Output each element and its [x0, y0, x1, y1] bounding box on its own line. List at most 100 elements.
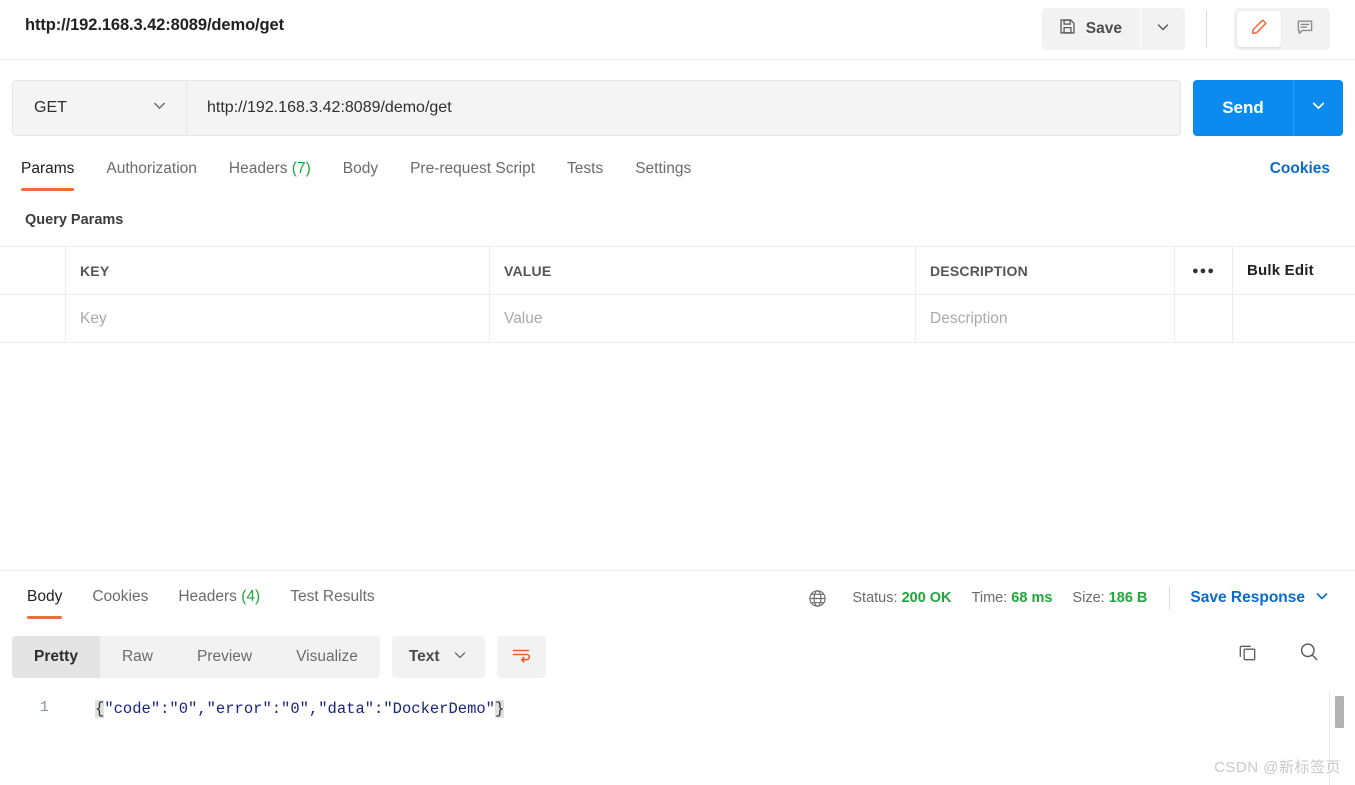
tab-authorization[interactable]: Authorization — [90, 152, 212, 191]
tab-label: Cookies — [92, 588, 148, 605]
response-format-select[interactable]: Text — [392, 636, 485, 678]
floppy-disk-icon — [1058, 17, 1077, 41]
save-button[interactable]: Save — [1042, 8, 1140, 50]
column-header-key: KEY — [66, 247, 490, 294]
param-value-input[interactable]: Value — [490, 295, 916, 342]
response-body-line[interactable]: {"code":"0","error":"0","data":"DockerDe… — [95, 700, 504, 718]
right-icon-group — [1234, 8, 1330, 50]
save-response-button[interactable]: Save Response — [1190, 588, 1330, 609]
close-brace: } — [495, 700, 504, 718]
table-row: Key Value Description — [0, 295, 1355, 343]
response-meta: Status: 200 OK Time: 68 ms Size: 186 B S… — [807, 586, 1330, 610]
edit-request-button[interactable] — [1237, 11, 1281, 47]
wrap-text-button[interactable] — [497, 636, 546, 678]
chevron-down-icon — [1310, 97, 1327, 119]
param-description-input[interactable]: Description — [916, 295, 1175, 342]
wrap-text-icon — [510, 644, 532, 671]
response-tab-test-results[interactable]: Test Results — [275, 580, 389, 619]
chevron-down-icon — [1155, 19, 1171, 40]
cookies-link[interactable]: Cookies — [1270, 160, 1330, 178]
response-tab-headers[interactable]: Headers (4) — [163, 580, 275, 619]
comment-icon — [1295, 17, 1315, 42]
send-button[interactable]: Send — [1193, 80, 1293, 136]
bulk-edit-button[interactable]: Bulk Edit — [1233, 247, 1355, 294]
status-meta: Status: 200 OK — [852, 590, 951, 606]
globe-icon — [807, 588, 828, 609]
size-meta: Size: 186 B — [1072, 590, 1147, 606]
tab-label: Test Results — [290, 588, 374, 605]
view-mode-raw[interactable]: Raw — [100, 636, 175, 678]
tab-label: Tests — [567, 160, 603, 177]
chevron-down-icon — [151, 97, 168, 119]
param-key-input[interactable]: Key — [66, 295, 490, 342]
copy-icon — [1236, 641, 1259, 669]
ellipsis-icon: ●●● — [1192, 265, 1215, 277]
http-method-value: GET — [34, 99, 67, 117]
search-icon — [1297, 640, 1321, 669]
url-input[interactable]: http://192.168.3.42:8089/demo/get — [186, 80, 1181, 136]
tab-label: Pre-request Script — [410, 160, 535, 177]
time-value: 68 ms — [1011, 590, 1052, 606]
view-mode-visualize[interactable]: Visualize — [274, 636, 380, 678]
response-format-value: Text — [409, 648, 440, 666]
chevron-down-icon — [1314, 588, 1330, 609]
response-tab-body[interactable]: Body — [12, 580, 77, 619]
row-trailing-cell — [1233, 295, 1355, 342]
toolbar-divider — [1206, 10, 1207, 48]
copy-button[interactable] — [1236, 641, 1259, 669]
http-method-select[interactable]: GET — [12, 80, 186, 136]
comments-button[interactable] — [1283, 11, 1327, 47]
watermark: CSDN @新标签页 — [1214, 756, 1341, 777]
table-options-button[interactable]: ●●● — [1175, 247, 1233, 294]
request-tab-bar: Params Authorization Headers (7) Body Pr… — [0, 152, 1355, 196]
top-bar: http://192.168.3.42:8089/demo/get Save — [0, 0, 1355, 60]
tab-tests[interactable]: Tests — [551, 152, 619, 191]
row-options-cell — [1175, 295, 1233, 342]
tab-label: Settings — [635, 160, 691, 177]
scrollbar-thumb[interactable] — [1335, 696, 1344, 728]
line-number: 1 — [40, 700, 49, 716]
view-mode-preview[interactable]: Preview — [175, 636, 274, 678]
tab-label: Body — [27, 588, 62, 605]
select-all-cell[interactable] — [0, 247, 66, 294]
status-label: Status: — [852, 590, 897, 606]
size-label: Size: — [1072, 590, 1104, 606]
row-checkbox-cell[interactable] — [0, 295, 66, 342]
tab-label: Authorization — [106, 160, 196, 177]
save-response-label: Save Response — [1190, 589, 1305, 607]
time-label: Time: — [972, 590, 1008, 606]
tab-label: Headers — [178, 588, 237, 605]
search-button[interactable] — [1297, 640, 1321, 669]
pencil-icon — [1249, 17, 1269, 42]
table-header-row: KEY VALUE DESCRIPTION ●●● Bulk Edit — [0, 247, 1355, 295]
response-action-icons — [1236, 640, 1321, 669]
response-divider — [0, 570, 1355, 571]
meta-divider — [1169, 586, 1170, 610]
tab-count-badge: (7) — [292, 160, 311, 177]
tab-pre-request-script[interactable]: Pre-request Script — [394, 152, 551, 191]
tab-count-badge: (4) — [241, 588, 260, 605]
size-value: 186 B — [1109, 590, 1148, 606]
save-button-label: Save — [1086, 20, 1122, 38]
tab-body[interactable]: Body — [327, 152, 394, 191]
query-params-heading: Query Params — [25, 212, 123, 228]
request-title: http://192.168.3.42:8089/demo/get — [25, 16, 284, 35]
tab-settings[interactable]: Settings — [619, 152, 707, 191]
tab-label: Headers — [229, 160, 288, 177]
open-brace: { — [95, 700, 104, 718]
response-view-modes: Pretty Raw Preview Visualize — [12, 636, 380, 678]
time-meta: Time: 68 ms — [972, 590, 1053, 606]
response-tab-cookies[interactable]: Cookies — [77, 580, 163, 619]
tab-headers[interactable]: Headers (7) — [213, 152, 327, 191]
view-mode-pretty[interactable]: Pretty — [12, 636, 100, 678]
response-tab-bar: Body Cookies Headers (4) Test Results — [12, 580, 390, 619]
request-tablist: Params Authorization Headers (7) Body Pr… — [21, 152, 707, 191]
response-body-viewer: 1 {"code":"0","error":"0","data":"Docker… — [0, 692, 1355, 785]
response-view-toolbar: Pretty Raw Preview Visualize Text — [12, 636, 546, 678]
send-dropdown-button[interactable] — [1293, 80, 1343, 136]
column-header-value: VALUE — [490, 247, 916, 294]
save-button-group: Save — [1042, 8, 1185, 50]
tab-params[interactable]: Params — [21, 152, 90, 191]
tab-label: Params — [21, 160, 74, 177]
save-dropdown-button[interactable] — [1141, 8, 1185, 50]
